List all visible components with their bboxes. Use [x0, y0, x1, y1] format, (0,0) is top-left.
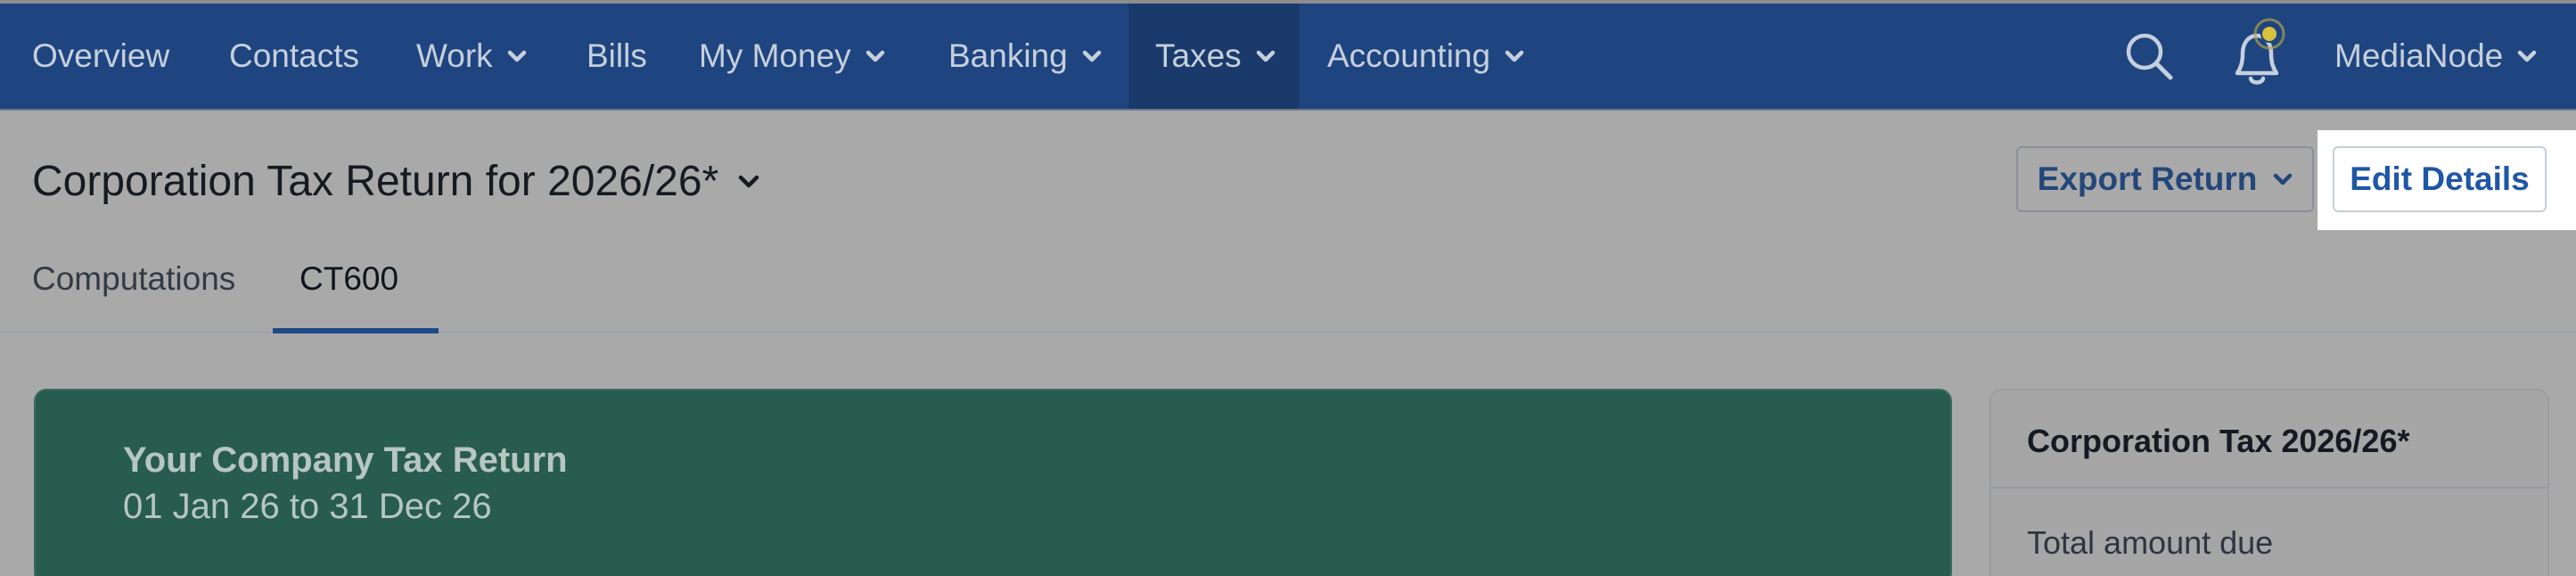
nav-item-label: Contacts: [229, 37, 360, 74]
page-title[interactable]: Corporation Tax Return for 2026/26*: [32, 157, 759, 206]
top-navigation: Overview Contacts Work Bills My Money Ba…: [0, 0, 2576, 111]
active-tab-indicator: [273, 328, 439, 333]
page-title-text: Corporation Tax Return for 2026/26*: [32, 158, 719, 205]
nav-item-label: Accounting: [1327, 37, 1491, 74]
nav-item-bills[interactable]: Bills: [587, 4, 647, 109]
summary-card-title: Your Company Tax Return: [123, 440, 568, 480]
chevron-down-icon: [739, 175, 759, 188]
nav-item-my-money[interactable]: My Money: [699, 4, 885, 109]
side-card-title: Corporation Tax 2026/26*: [2027, 423, 2410, 459]
search-icon: [2126, 33, 2173, 80]
tax-return-summary-card: [34, 389, 1952, 576]
nav-item-label: Work: [416, 37, 493, 74]
chevron-down-icon: [1082, 50, 1101, 62]
tab-label: Computations: [32, 260, 236, 297]
account-name: MediaNode: [2334, 37, 2504, 74]
total-amount-due-label: Total amount due: [2027, 524, 2274, 561]
nav-item-banking[interactable]: Banking: [948, 4, 1102, 109]
export-return-label: Export Return: [2037, 160, 2258, 197]
nav-item-label: Bills: [587, 37, 647, 74]
chevron-down-icon: [2274, 173, 2293, 185]
chevron-down-icon: [1505, 50, 1524, 62]
side-card-divider: [1991, 487, 2547, 489]
chevron-down-icon: [1256, 50, 1275, 62]
tab-ct600[interactable]: CT600: [299, 260, 398, 298]
chevron-down-icon: [866, 50, 884, 62]
nav-item-contacts[interactable]: Contacts: [229, 4, 359, 109]
chevron-down-icon: [507, 50, 526, 62]
summary-card-period: 01 Jan 26 to 31 Dec 26: [123, 487, 492, 526]
nav-item-label: Overview: [32, 37, 170, 74]
bell-icon: [2235, 18, 2285, 85]
nav-item-label: Taxes: [1155, 37, 1242, 74]
nav-item-overview[interactable]: Overview: [32, 4, 169, 109]
chevron-down-icon: [2517, 50, 2537, 62]
edit-details-label: Edit Details: [2350, 160, 2530, 197]
search-button[interactable]: [2118, 4, 2180, 109]
tab-label: CT600: [299, 260, 399, 297]
nav-item-work[interactable]: Work: [416, 4, 527, 109]
tab-computations[interactable]: Computations: [32, 260, 235, 298]
notifications-button[interactable]: [2218, 4, 2298, 109]
nav-item-taxes[interactable]: Taxes: [1128, 4, 1300, 109]
nav-item-accounting[interactable]: Accounting: [1327, 4, 1524, 109]
nav-item-label: My Money: [699, 37, 851, 74]
edit-details-button[interactable]: Edit Details: [2333, 146, 2547, 212]
export-return-button[interactable]: Export Return: [2016, 146, 2314, 212]
nav-item-label: Banking: [948, 37, 1068, 74]
account-menu[interactable]: MediaNode: [2334, 4, 2537, 109]
